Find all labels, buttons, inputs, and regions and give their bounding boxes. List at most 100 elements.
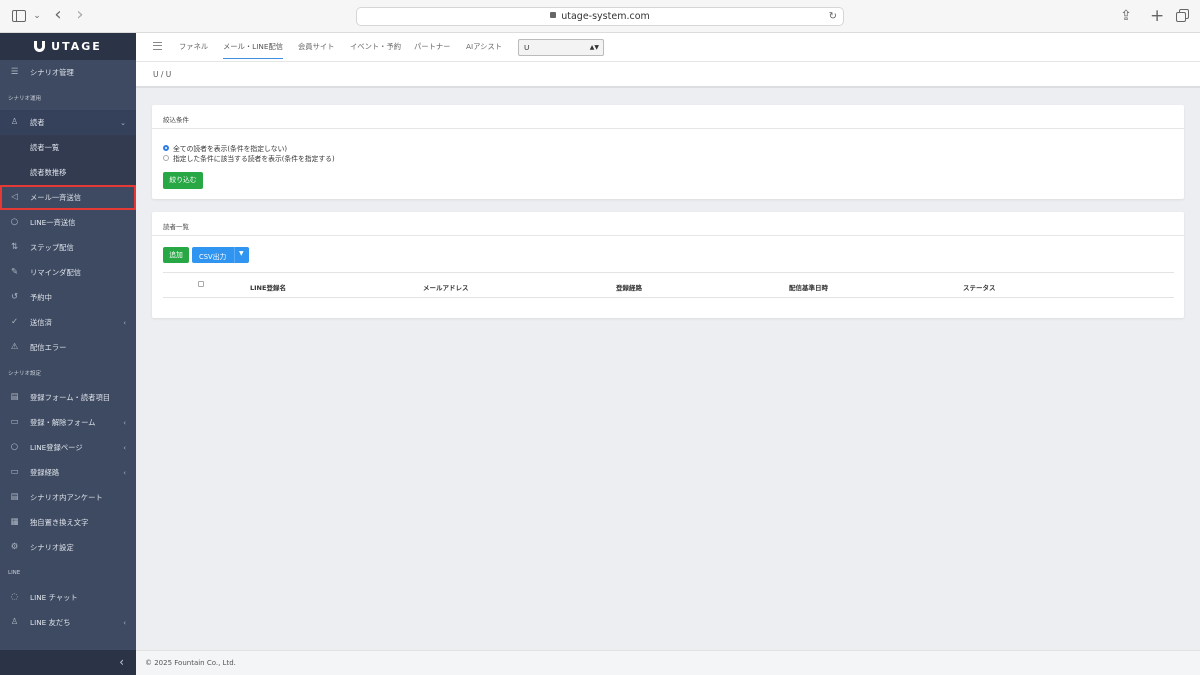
lock-icon [550, 12, 557, 18]
sidebar-item-label: LINE チャット [30, 592, 78, 602]
tab-funnel[interactable]: ファネル [179, 42, 208, 52]
chevron-left-icon: ‹ [123, 418, 126, 427]
readers-list-title: 読者一覧 [152, 212, 1184, 236]
sidebar: UTAGE ☰ シナリオ管理 シナリオ運用 ♙ 読者 ⌄ 読者一覧 読者数推移 … [0, 33, 136, 675]
caret-down-icon[interactable]: ▼ [239, 250, 244, 257]
sidebar-item-readers-trend[interactable]: 読者数推移 [0, 160, 136, 185]
column-status[interactable]: ステータス [963, 282, 996, 292]
sidebar-item-label: 送信済 [30, 317, 52, 327]
sidebar-item-survey[interactable]: ▤ シナリオ内アンケート [0, 485, 136, 510]
address-bar[interactable]: utage-system.com ↻ [356, 7, 844, 26]
chevron-left-icon: ‹ [123, 318, 126, 327]
sidebar-item-readers-list[interactable]: 読者一覧 [0, 135, 136, 160]
tab-event[interactable]: イベント・予約 [350, 42, 401, 52]
chat-bubble-icon: ○ [10, 442, 19, 452]
sidebar-item-sent[interactable]: ✓ 送信済 ‹ [0, 310, 136, 335]
column-line-name[interactable]: LINE登録名 [250, 282, 286, 292]
gear-icon: ⚙ [10, 542, 19, 552]
sidebar-section-settings: シナリオ設定 [8, 370, 42, 377]
tab-mail-line[interactable]: メール・LINE配信 [223, 42, 284, 59]
id-card-icon: ▭ [10, 467, 19, 477]
chevron-down-icon[interactable]: ⌄ [32, 9, 42, 23]
filter-option-condition[interactable]: 指定した条件に該当する読者を表示(条件を指定する) [163, 153, 335, 163]
column-base-date[interactable]: 配信基準日時 [789, 282, 828, 292]
form-icon: ▭ [10, 417, 19, 427]
sidebar-item-label: シナリオ内アンケート [30, 492, 103, 502]
tab-partner[interactable]: パートナー [414, 42, 450, 52]
sidebar-item-reminder[interactable]: ✎ リマインダ配信 [0, 260, 136, 285]
chat-icon: ◌ [10, 592, 19, 602]
sidebar-item-label: 読者数推移 [30, 167, 67, 177]
sidebar-item-scenario-settings[interactable]: ⚙ シナリオ設定 [0, 535, 136, 560]
sidebar-item-reg-unsub-form[interactable]: ▭ 登録・解除フォーム ‹ [0, 410, 136, 435]
select-all-checkbox[interactable] [198, 281, 204, 287]
share-icon[interactable]: ⇪ [1120, 9, 1132, 23]
pencil-icon: ✎ [10, 267, 19, 277]
reload-icon[interactable]: ↻ [829, 8, 837, 25]
sidebar-toggle-icon[interactable] [12, 10, 26, 22]
apply-filter-button[interactable]: 絞り込む [163, 172, 203, 189]
split-divider [234, 247, 235, 263]
radio-checked[interactable] [163, 145, 169, 151]
top-navigation: ファネル メール・LINE配信 会員サイト イベント・予約 パートナー AIアシ… [136, 33, 1200, 62]
browser-toolbar: ⌄ ‹ › utage-system.com ↻ ⇪ + [0, 0, 1200, 33]
sidebar-item-label: シナリオ設定 [30, 542, 74, 552]
chevron-left-icon: ‹ [123, 443, 126, 452]
sidebar-item-label: 登録・解除フォーム [30, 417, 96, 427]
sidebar-item-replace-text[interactable]: ▦ 独自置き換え文字 [0, 510, 136, 535]
sidebar-item-line-chat[interactable]: ◌ LINE チャット [0, 585, 136, 610]
sidebar-item-line-reg-page[interactable]: ○ LINE登録ページ ‹ [0, 435, 136, 460]
sidebar-item-label: LINE 友だち [30, 617, 71, 627]
add-button[interactable]: 追加 [163, 247, 189, 263]
tab-ai-assist[interactable]: AIアシスト [466, 42, 502, 52]
sidebar-item-reg-route[interactable]: ▭ 登録経路 ‹ [0, 460, 136, 485]
collapse-sidebar-icon[interactable]: ‹ [119, 655, 124, 669]
radio-unchecked[interactable] [163, 155, 169, 161]
sidebar-item-label: 登録フォーム・読者項目 [30, 392, 111, 402]
sidebar-item-line-broadcast[interactable]: ○ LINE一斉送信 [0, 210, 136, 235]
readers-table-header: LINE登録名 メールアドレス 登録経路 配信基準日時 ステータス [163, 272, 1174, 298]
sidebar-item-label: ステップ配信 [30, 242, 74, 252]
forward-icon[interactable]: › [74, 6, 86, 24]
hamburger-menu-icon[interactable] [153, 42, 162, 50]
sort-arrows-icon: ⇅ [10, 242, 19, 252]
csv-export-label: CSV出力 [199, 253, 227, 261]
chat-bubble-icon: ○ [10, 217, 19, 227]
filter-card: 絞込条件 全ての読者を表示(条件を指定しない) 指定した条件に該当する読者を表示… [152, 105, 1184, 199]
filter-option-all-label: 全ての読者を表示(条件を指定しない) [173, 145, 288, 153]
tabs-overview-icon[interactable] [1176, 9, 1189, 23]
sidebar-item-mail-broadcast[interactable]: ◁ メール一斉送信 [0, 185, 136, 210]
brand-logo[interactable]: UTAGE [0, 33, 136, 60]
account-select[interactable]: U ▲▼ [518, 39, 604, 56]
chevron-down-icon: ⌄ [120, 118, 126, 127]
sidebar-item-errors[interactable]: ⚠ 配信エラー [0, 335, 136, 360]
table-icon: ▤ [10, 492, 19, 502]
filter-card-title: 絞込条件 [152, 105, 1184, 129]
csv-export-button[interactable]: CSV出力 ▼ [192, 247, 249, 263]
sidebar-item-label: 読者 [30, 117, 45, 127]
column-route[interactable]: 登録経路 [616, 282, 642, 292]
brand-name: UTAGE [51, 40, 102, 53]
tab-member-site[interactable]: 会員サイト [298, 42, 334, 52]
back-icon[interactable]: ‹ [52, 6, 64, 24]
sidebar-section-ops: シナリオ運用 [8, 95, 42, 102]
sidebar-item-readers[interactable]: ♙ 読者 ⌄ [0, 110, 136, 135]
user-icon: ♙ [10, 617, 19, 627]
filter-option-all[interactable]: 全ての読者を表示(条件を指定しない) [163, 143, 287, 153]
sidebar-item-label: 配信エラー [30, 342, 67, 352]
sidebar-item-line-friends[interactable]: ♙ LINE 友だち ‹ [0, 610, 136, 635]
utage-logo-icon [34, 41, 46, 52]
new-tab-icon[interactable]: + [1150, 8, 1164, 25]
history-icon: ↺ [10, 292, 19, 302]
user-icon: ♙ [10, 117, 19, 127]
sidebar-item-scheduled[interactable]: ↺ 予約中 [0, 285, 136, 310]
sidebar-item-label: 独自置き換え文字 [30, 517, 89, 527]
sidebar-item-reg-form-fields[interactable]: ▤ 登録フォーム・読者項目 [0, 385, 136, 410]
updown-arrows-icon: ▲▼ [589, 44, 599, 51]
list-icon: ☰ [10, 67, 19, 77]
sidebar-item-step[interactable]: ⇅ ステップ配信 [0, 235, 136, 260]
sidebar-item-label: 読者一覧 [30, 142, 60, 152]
column-email[interactable]: メールアドレス [423, 282, 469, 292]
sidebar-item-scenario-management[interactable]: ☰ シナリオ管理 [0, 60, 136, 85]
sidebar-footer: ‹ [0, 650, 136, 675]
